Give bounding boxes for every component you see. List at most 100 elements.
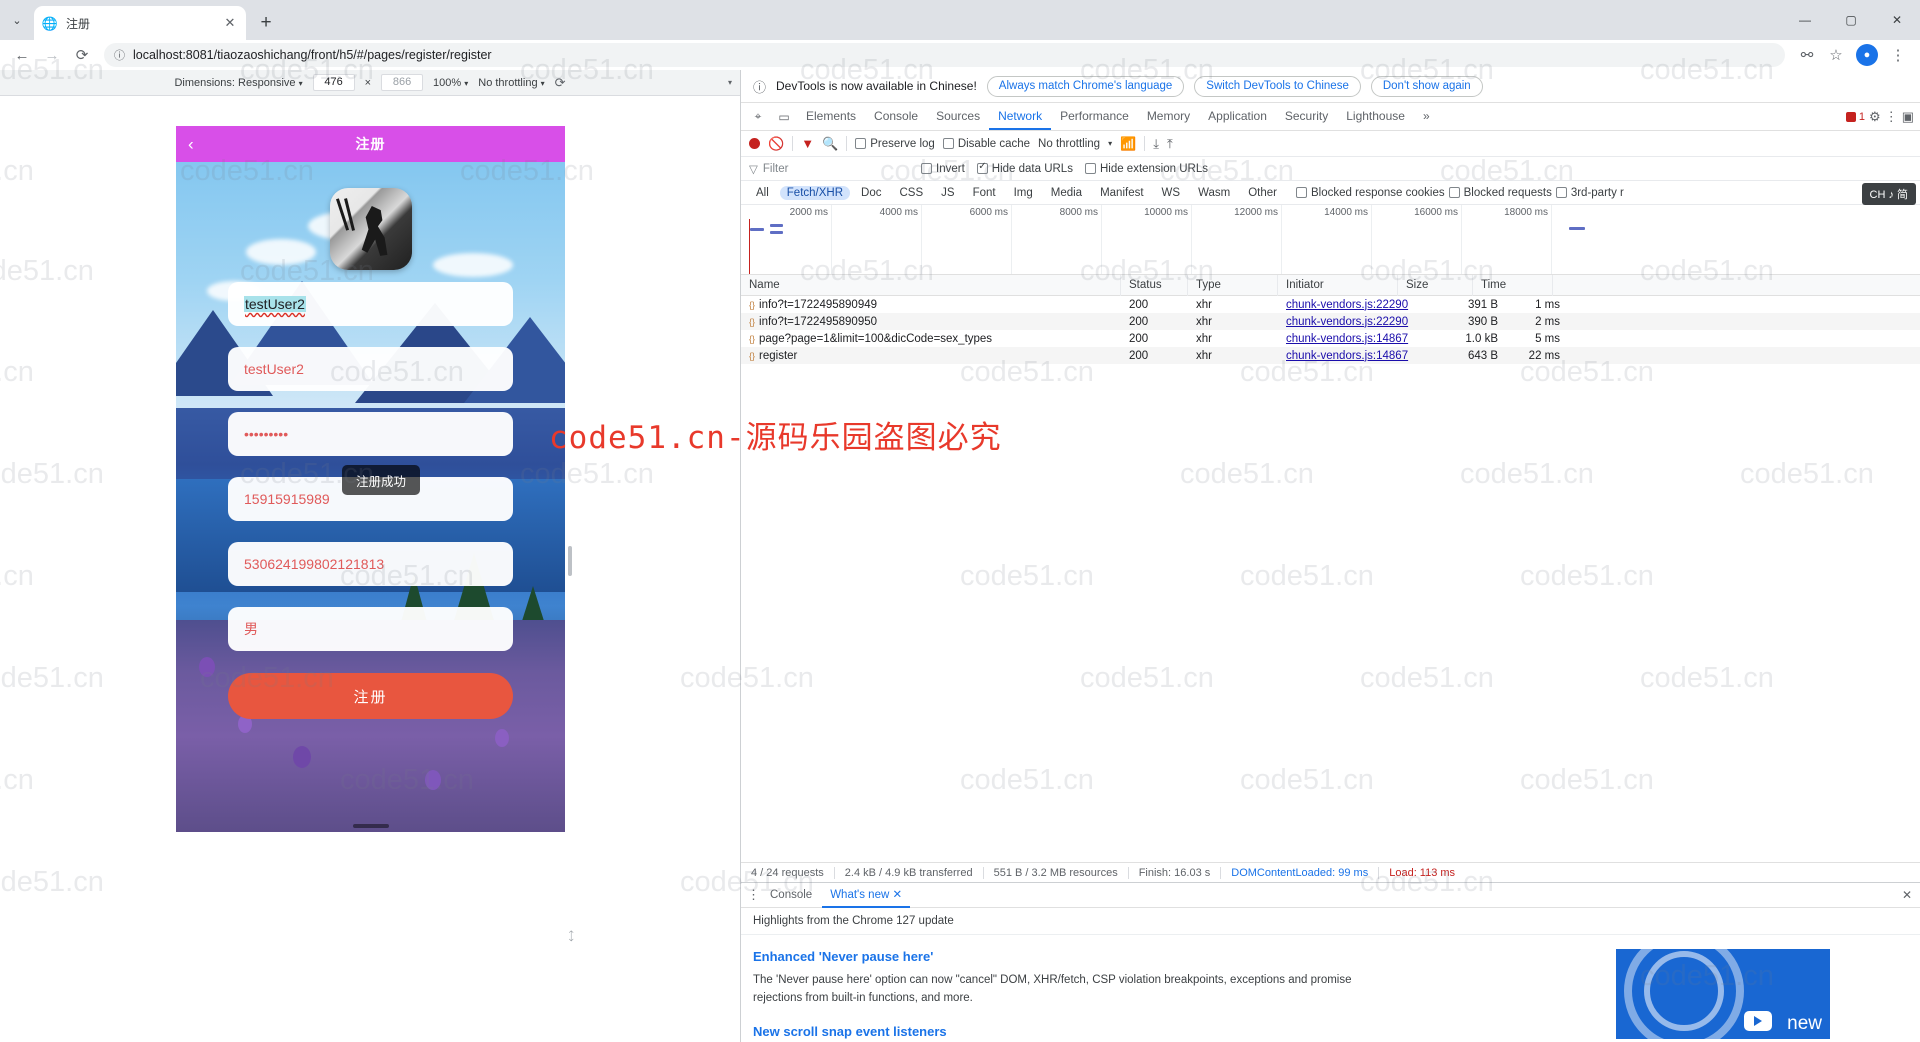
type-filter-manifest[interactable]: Manifest bbox=[1093, 186, 1150, 200]
type-filter-css[interactable]: CSS bbox=[892, 186, 930, 200]
tab-network[interactable]: Network bbox=[989, 103, 1052, 130]
table-row[interactable]: {} register 200 xhr chunk-vendors.js:1486… bbox=[741, 347, 1920, 364]
request-initiator[interactable]: chunk-vendors.js:14867 bbox=[1278, 350, 1430, 362]
site-info-icon[interactable]: ⓘ bbox=[114, 47, 125, 63]
tab-console[interactable]: Console bbox=[865, 103, 927, 130]
dimensions-label[interactable]: Dimensions: Responsive ▾ bbox=[174, 77, 302, 89]
clear-network-log-icon[interactable]: 🚫 bbox=[768, 136, 784, 152]
type-filter-wasm[interactable]: Wasm bbox=[1191, 186, 1237, 200]
third-party-requests-checkbox[interactable]: 3rd-party r bbox=[1555, 187, 1624, 199]
username-input[interactable]: testUser2 bbox=[228, 282, 513, 326]
device-bar-more-icon[interactable]: ▾ bbox=[728, 78, 732, 87]
chevron-down-icon[interactable]: ▾ bbox=[1108, 139, 1112, 148]
nickname-input[interactable]: testUser2 bbox=[228, 347, 513, 391]
type-filter-media[interactable]: Media bbox=[1044, 186, 1089, 200]
tab-security[interactable]: Security bbox=[1276, 103, 1337, 130]
record-button[interactable] bbox=[749, 138, 760, 149]
maximize-button[interactable]: ▢ bbox=[1828, 0, 1874, 40]
tab-performance[interactable]: Performance bbox=[1051, 103, 1138, 130]
minimize-button[interactable]: — bbox=[1782, 0, 1828, 40]
table-row[interactable]: {} info?t=1722495890950 200 xhr chunk-ven… bbox=[741, 313, 1920, 330]
whats-new-video-thumbnail[interactable]: new bbox=[1616, 949, 1830, 1039]
hide-extension-urls-checkbox[interactable]: Hide extension URLs bbox=[1084, 163, 1208, 175]
id-card-input[interactable]: 530624199802121813 bbox=[228, 542, 513, 586]
filter-icon[interactable]: ▼ bbox=[801, 136, 814, 151]
type-filter-other[interactable]: Other bbox=[1241, 186, 1284, 200]
invert-checkbox[interactable]: Invert bbox=[921, 163, 965, 175]
dont-show-again-button[interactable]: Don't show again bbox=[1370, 75, 1483, 97]
type-filter-ws[interactable]: WS bbox=[1155, 186, 1188, 200]
throttling-select[interactable]: No throttling ▾ bbox=[478, 77, 544, 89]
extensions-icon[interactable]: ⚯ bbox=[1793, 41, 1821, 69]
request-initiator[interactable]: chunk-vendors.js:14867 bbox=[1278, 333, 1430, 345]
zoom-select[interactable]: 100% ▾ bbox=[433, 77, 468, 89]
import-har-icon[interactable]: ⤓ bbox=[1153, 136, 1159, 152]
rotate-device-icon[interactable]: ⟳ bbox=[555, 75, 566, 91]
hide-data-urls-checkbox[interactable]: Hide data URLs bbox=[976, 161, 1073, 175]
blocked-requests-checkbox[interactable]: Blocked requests bbox=[1448, 187, 1552, 199]
chevron-left-icon[interactable]: ‹ bbox=[188, 136, 194, 153]
password-input[interactable]: ••••••••• bbox=[228, 412, 513, 456]
tab-sources[interactable]: Sources bbox=[927, 103, 989, 130]
disable-cache-checkbox[interactable]: Disable cache bbox=[942, 138, 1030, 150]
drawer-menu-icon[interactable]: ⋮ bbox=[747, 887, 760, 903]
error-count-badge[interactable]: 1 bbox=[1845, 111, 1865, 123]
inspect-element-icon[interactable]: ⌖ bbox=[745, 103, 771, 130]
gender-select[interactable]: 男 bbox=[228, 607, 513, 651]
network-timeline-overview[interactable]: 2000 ms 4000 ms 6000 ms 8000 ms 10000 ms… bbox=[741, 205, 1920, 275]
column-header-status[interactable]: Status bbox=[1121, 274, 1188, 296]
tab-lighthouse[interactable]: Lighthouse bbox=[1337, 103, 1414, 130]
back-icon[interactable]: ← bbox=[8, 41, 36, 69]
type-filter-js[interactable]: JS bbox=[934, 186, 961, 200]
dock-icon[interactable]: ▣ bbox=[1902, 109, 1914, 125]
always-match-language-button[interactable]: Always match Chrome's language bbox=[986, 75, 1185, 97]
table-row[interactable]: {} page?page=1&limit=100&dicCode=sex_type… bbox=[741, 330, 1920, 347]
tab-application[interactable]: Application bbox=[1199, 103, 1276, 130]
device-toolbar-icon[interactable]: ▭ bbox=[771, 103, 797, 130]
device-height-input[interactable]: 866 bbox=[381, 74, 424, 91]
switch-devtools-to-chinese-button[interactable]: Switch DevTools to Chinese bbox=[1194, 75, 1361, 97]
search-icon[interactable]: 🔍 bbox=[822, 136, 838, 152]
column-header-type[interactable]: Type bbox=[1188, 274, 1278, 296]
device-width-input[interactable]: 476 bbox=[312, 74, 355, 91]
devtools-more-icon[interactable]: ⋮ bbox=[1885, 109, 1898, 125]
drawer-tab-close-icon[interactable]: ✕ bbox=[892, 889, 902, 901]
type-filter-font[interactable]: Font bbox=[966, 186, 1003, 200]
tab-close-icon[interactable]: ✕ bbox=[222, 15, 238, 31]
preserve-log-checkbox[interactable]: Preserve log bbox=[855, 138, 935, 150]
table-row[interactable]: {} info?t=1722495890949 200 xhr chunk-ven… bbox=[741, 296, 1920, 313]
tabs-overflow-icon[interactable]: » bbox=[1414, 103, 1439, 130]
tab-elements[interactable]: Elements bbox=[797, 103, 865, 130]
drawer-tab-whats-new[interactable]: What's new ✕ bbox=[822, 883, 911, 908]
new-tab-button[interactable]: + bbox=[252, 9, 280, 37]
browser-tab[interactable]: 🌐 注册 ✕ bbox=[34, 6, 246, 40]
reload-icon[interactable]: ⟳ bbox=[68, 41, 96, 69]
viewport-resize-corner[interactable]: ⤡ bbox=[563, 929, 578, 944]
profile-avatar[interactable]: ● bbox=[1856, 44, 1878, 66]
column-header-time[interactable]: Time bbox=[1473, 274, 1553, 296]
network-conditions-icon[interactable]: 📶 bbox=[1120, 136, 1136, 152]
register-submit-button[interactable]: 注册 bbox=[228, 673, 513, 719]
request-initiator[interactable]: chunk-vendors.js:22290 bbox=[1278, 316, 1430, 328]
gear-icon[interactable]: ⚙ bbox=[1869, 109, 1881, 125]
type-filter-all[interactable]: All bbox=[749, 186, 776, 200]
request-initiator[interactable]: chunk-vendors.js:22290 bbox=[1278, 299, 1430, 311]
forward-icon[interactable]: → bbox=[38, 41, 66, 69]
column-header-initiator[interactable]: Initiator bbox=[1278, 274, 1398, 296]
filter-input[interactable]: ▽ Filter bbox=[749, 162, 909, 176]
viewport-resize-handle[interactable] bbox=[568, 546, 572, 576]
drawer-close-icon[interactable]: ✕ bbox=[1902, 888, 1912, 902]
network-request-list[interactable]: {} info?t=1722495890949 200 xhr chunk-ven… bbox=[741, 296, 1920, 862]
column-header-name[interactable]: Name bbox=[741, 274, 1121, 296]
type-filter-doc[interactable]: Doc bbox=[854, 186, 888, 200]
play-button-icon[interactable] bbox=[1744, 1011, 1772, 1031]
type-filter-img[interactable]: Img bbox=[1007, 186, 1040, 200]
column-header-size[interactable]: Size bbox=[1398, 274, 1473, 296]
export-har-icon[interactable]: ⤒ bbox=[1167, 136, 1173, 152]
type-filter-fetch-xhr[interactable]: Fetch/XHR bbox=[779, 185, 851, 200]
drawer-tab-console[interactable]: Console bbox=[762, 883, 820, 908]
tab-memory[interactable]: Memory bbox=[1138, 103, 1199, 130]
tab-search-dropdown-icon[interactable]: ⌄ bbox=[0, 0, 34, 40]
close-window-button[interactable]: ✕ bbox=[1874, 0, 1920, 40]
chrome-menu-icon[interactable]: ⋮ bbox=[1884, 41, 1912, 69]
